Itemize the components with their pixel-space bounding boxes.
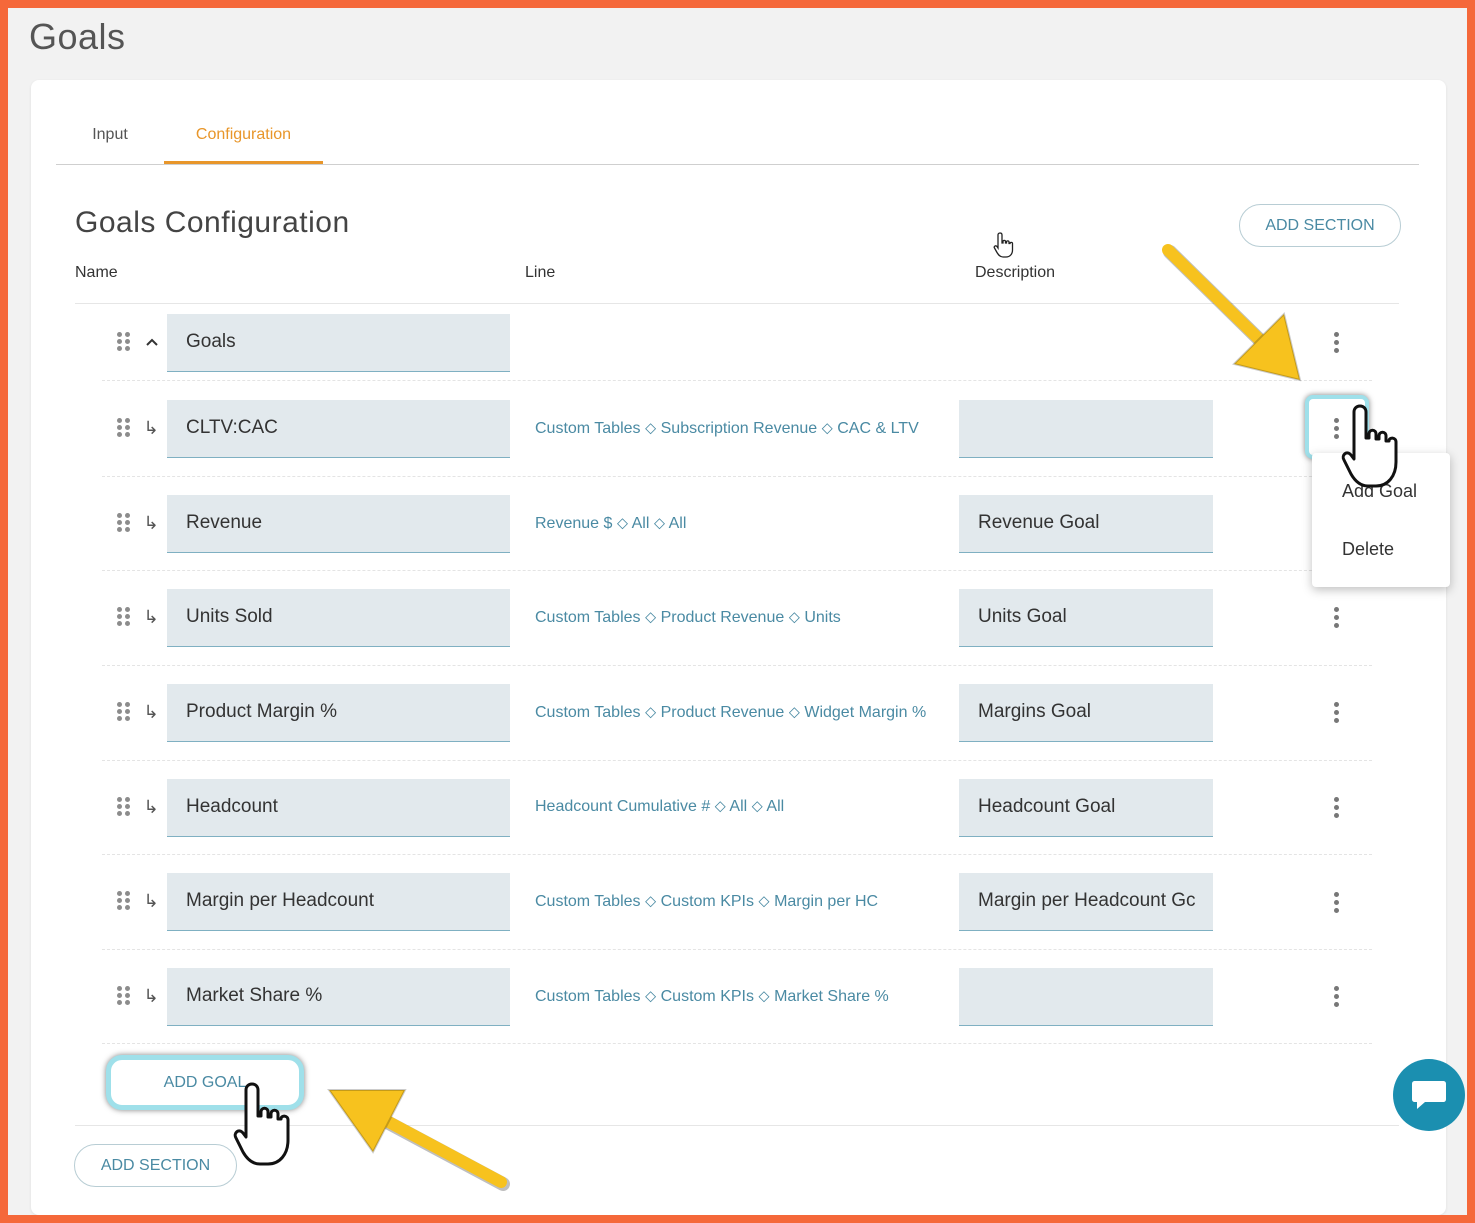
goal-line-link[interactable]: Custom Tables ⬦ Subscription Revenue ⬦ C…: [535, 420, 919, 438]
more-vert-icon[interactable]: [1326, 605, 1346, 629]
more-vert-icon[interactable]: [1326, 330, 1346, 354]
more-vert-icon[interactable]: [1326, 890, 1346, 914]
goal-description-field[interactable]: Headcount Goal: [959, 779, 1213, 837]
row-divider: [102, 1043, 1372, 1044]
row-divider: [102, 665, 1372, 666]
tab-configuration[interactable]: Configuration: [164, 107, 323, 164]
drag-handle-icon[interactable]: [117, 607, 131, 627]
more-vert-icon[interactable]: [1326, 700, 1346, 724]
goal-description-field[interactable]: Units Goal: [959, 589, 1213, 647]
more-vert-icon[interactable]: [1326, 984, 1346, 1008]
row-divider: [102, 760, 1372, 761]
page-title: Goals: [29, 16, 126, 57]
goal-line-link[interactable]: Custom Tables ⬦ Product Revenue ⬦ Units: [535, 609, 841, 627]
row-divider: [102, 949, 1372, 950]
goal-description-field[interactable]: [959, 968, 1213, 1026]
column-header-line: Line: [525, 264, 556, 281]
goal-line-link[interactable]: Custom Tables ⬦ Custom KPIs ⬦ Market Sha…: [535, 988, 889, 1006]
drag-handle-icon[interactable]: [117, 332, 131, 352]
child-arrow-icon: ↳: [143, 797, 159, 817]
goal-description-field[interactable]: Revenue Goal: [959, 495, 1213, 553]
annotation-arrow: [327, 1089, 510, 1191]
child-arrow-icon: ↳: [143, 418, 159, 438]
annotation-arrow: [1162, 244, 1302, 382]
pointer-hand-icon: [993, 232, 1014, 258]
goal-name-field[interactable]: Units Sold: [167, 589, 510, 647]
chevron-up-icon[interactable]: [145, 336, 159, 348]
drag-handle-icon[interactable]: [117, 702, 131, 722]
menu-item-delete[interactable]: Delete: [1342, 539, 1394, 560]
goal-line-link[interactable]: Revenue $ ⬦ All ⬦ All: [535, 515, 686, 533]
add-section-button-bottom[interactable]: ADD SECTION: [74, 1144, 237, 1187]
tab-input[interactable]: Input: [76, 107, 144, 164]
pointer-hand-icon: [233, 1082, 290, 1166]
column-header-description: Description: [975, 264, 1056, 281]
drag-handle-icon[interactable]: [117, 891, 131, 911]
drag-handle-icon[interactable]: [117, 513, 131, 533]
more-vert-icon[interactable]: [1326, 795, 1346, 819]
goal-description-field[interactable]: Margins Goal: [959, 684, 1213, 742]
goal-line-link[interactable]: Custom Tables ⬦ Custom KPIs ⬦ Margin per…: [535, 893, 878, 911]
group-name-field[interactable]: Goals: [167, 314, 510, 372]
drag-handle-icon[interactable]: [117, 797, 131, 817]
drag-handle-icon[interactable]: [117, 986, 131, 1006]
goal-line-link[interactable]: Headcount Cumulative # ⬦ All ⬦ All: [535, 798, 784, 816]
child-arrow-icon: ↳: [143, 607, 159, 627]
goal-name-field[interactable]: Headcount: [167, 779, 510, 837]
chat-widget-button[interactable]: [1393, 1059, 1465, 1131]
goal-name-field[interactable]: Product Margin %: [167, 684, 510, 742]
section-title: Goals Configuration: [75, 206, 350, 239]
tab-bar: Input Configuration: [56, 107, 1419, 165]
row-divider: [102, 570, 1372, 571]
goal-description-field[interactable]: Margin per Headcount Gc: [959, 873, 1213, 931]
row-divider: [102, 476, 1372, 477]
child-arrow-icon: ↳: [143, 891, 159, 911]
row-divider: [102, 854, 1372, 855]
child-arrow-icon: ↳: [143, 513, 159, 533]
goal-name-field[interactable]: Revenue: [167, 495, 510, 553]
child-arrow-icon: ↳: [143, 986, 159, 1006]
column-header-name: Name: [75, 264, 118, 281]
goal-name-field[interactable]: Market Share %: [167, 968, 510, 1026]
goal-description-field[interactable]: [959, 400, 1213, 458]
goal-name-field[interactable]: CLTV:CAC: [167, 400, 510, 458]
chat-icon: [1412, 1081, 1446, 1109]
child-arrow-icon: ↳: [143, 702, 159, 722]
drag-handle-icon[interactable]: [117, 418, 131, 438]
goal-name-field[interactable]: Margin per Headcount: [167, 873, 510, 931]
goal-line-link[interactable]: Custom Tables ⬦ Product Revenue ⬦ Widget…: [535, 704, 926, 722]
pointer-hand-icon: [1341, 404, 1398, 488]
